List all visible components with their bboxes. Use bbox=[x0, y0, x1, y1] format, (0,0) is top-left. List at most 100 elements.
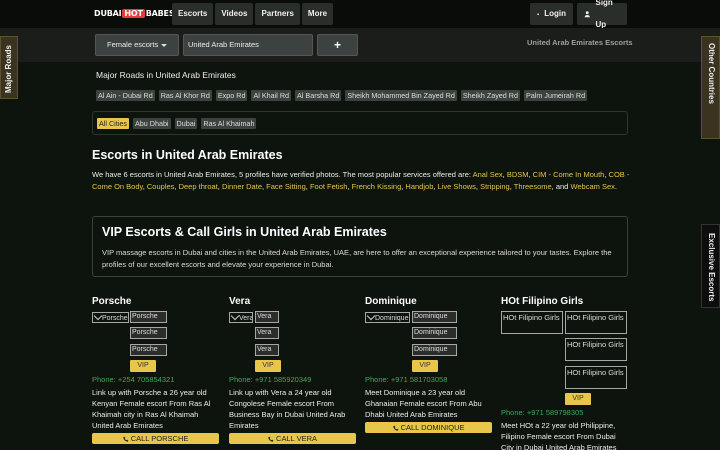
nav-videos[interactable]: Videos bbox=[215, 3, 254, 25]
nav-more[interactable]: More bbox=[301, 3, 334, 25]
photo-alt: Porsche bbox=[132, 346, 158, 353]
vip-info-box: VIP Escorts & Call Girls in United Arab … bbox=[92, 216, 628, 277]
service-link[interactable]: CIM - Come In Mouth bbox=[533, 170, 605, 179]
photo-alt: HOt Filipino Girls bbox=[567, 368, 624, 377]
service-link[interactable]: Dinner Date bbox=[222, 182, 262, 191]
escort-photo-thumb[interactable]: Dominique bbox=[412, 327, 457, 339]
escort-photo-thumb[interactable]: Vera bbox=[255, 311, 279, 323]
escort-photo-thumb[interactable]: Dominique bbox=[412, 311, 457, 323]
escort-card[interactable]: Porsche Porsche Porsche Porsche Porsche … bbox=[92, 296, 220, 444]
verified-check-icon bbox=[366, 313, 376, 321]
vip-title: VIP Escorts & Call Girls in United Arab … bbox=[102, 225, 387, 239]
service-link[interactable]: Foot Fetish bbox=[310, 182, 348, 191]
major-roads-tab[interactable]: Major Roads bbox=[0, 36, 18, 99]
call-button[interactable]: CALL VERA bbox=[229, 433, 356, 444]
service-link[interactable]: Threesome bbox=[514, 182, 552, 191]
road-tag[interactable]: Expo Rd bbox=[215, 90, 248, 101]
photo-alt: Porsche bbox=[132, 329, 158, 336]
road-tag[interactable]: Al Barsha Rd bbox=[295, 90, 342, 101]
photo-alt: Vera bbox=[257, 313, 272, 320]
service-link[interactable]: French Kissing bbox=[352, 182, 402, 191]
service-link[interactable]: Webcam Sex bbox=[570, 182, 614, 191]
service-link[interactable]: Handjob bbox=[405, 182, 433, 191]
add-filter-button[interactable]: + bbox=[317, 34, 358, 56]
escort-phone[interactable]: Phone: +971 581703058 bbox=[365, 375, 447, 384]
call-button[interactable]: CALL DOMINIQUE bbox=[365, 422, 492, 433]
other-countries-tab[interactable]: Other Countries bbox=[701, 36, 720, 139]
road-tag[interactable]: Al Ain - Dubai Rd bbox=[96, 90, 155, 101]
photo-alt: Dominique bbox=[375, 315, 409, 322]
service-link[interactable]: Deep throat bbox=[179, 182, 218, 191]
escort-name[interactable]: HOt Filipino Girls bbox=[501, 296, 629, 308]
site-logo[interactable]: DUBAI HOT BABES bbox=[94, 8, 175, 20]
category-select[interactable]: Female escorts bbox=[95, 34, 179, 56]
escort-photo[interactable]: HOt Filipino Girls bbox=[501, 311, 563, 334]
vip-text: VIP massage escorts in Dubai and cities … bbox=[102, 248, 612, 269]
login-button[interactable]: Login bbox=[530, 3, 573, 25]
logo-text-hot: HOT bbox=[122, 9, 145, 18]
breadcrumb[interactable]: United Arab Emirates Escorts bbox=[527, 38, 633, 47]
service-link[interactable]: Stripping bbox=[480, 182, 510, 191]
escort-photo-thumb[interactable]: HOt Filipino Girls bbox=[565, 338, 627, 361]
service-link[interactable]: Anal Sex bbox=[473, 170, 503, 179]
city-tag[interactable]: Ras Al Khaimah bbox=[201, 118, 257, 129]
road-tag[interactable]: Ras Al Khor Rd bbox=[158, 90, 212, 101]
vip-badge: VIP bbox=[130, 360, 156, 372]
location-input[interactable]: United Arab Emirates bbox=[183, 34, 313, 56]
exclusive-escorts-tab[interactable]: Exclusive Escorts bbox=[701, 224, 720, 308]
escort-name[interactable]: Porsche bbox=[92, 296, 220, 308]
escort-photo[interactable]: Dominique bbox=[365, 312, 410, 323]
call-button[interactable]: CALL PORSCHE bbox=[92, 433, 219, 444]
escort-phone[interactable]: Phone: +971 589798305 bbox=[501, 408, 583, 417]
escort-photo-thumb[interactable]: Vera bbox=[255, 344, 279, 356]
road-tag[interactable]: Al Khail Rd bbox=[251, 90, 292, 101]
escort-phone[interactable]: Phone: +254 705854321 bbox=[92, 375, 174, 384]
intro-paragraph: We have 6 escorts in United Arab Emirate… bbox=[92, 169, 632, 192]
escort-photo[interactable]: Vera bbox=[229, 312, 253, 323]
city-filter-box: All Cities Abu Dhabi Dubai Ras Al Khaima… bbox=[92, 111, 628, 135]
city-tag[interactable]: Dubai bbox=[174, 118, 198, 129]
signup-button[interactable]: Sign Up bbox=[577, 0, 627, 29]
other-countries-tab-label: Other Countries bbox=[707, 43, 716, 104]
top-navigation-bar: DUBAI HOT BABES Escorts Videos Partners Mo… bbox=[0, 0, 720, 29]
escort-photo-thumb[interactable]: HOt Filipino Girls bbox=[565, 366, 627, 389]
escort-name[interactable]: Vera bbox=[229, 296, 357, 308]
service-link[interactable]: BDSM bbox=[507, 170, 529, 179]
road-tag[interactable]: Sheikh Mohammed Bin Zayed Rd bbox=[345, 90, 457, 101]
road-tag[interactable]: Sheikh Zayed Rd bbox=[460, 90, 520, 101]
exclusive-escorts-tab-label: Exclusive Escorts bbox=[707, 233, 716, 302]
user-icon bbox=[584, 11, 590, 18]
service-link[interactable]: Face Sitting bbox=[266, 182, 306, 191]
escort-description: Meet HOt a 22 year old Philippine, Filip… bbox=[501, 421, 617, 450]
escort-card[interactable]: Vera Vera Vera Vera Vera VIP Phone: +971… bbox=[229, 296, 357, 444]
service-link[interactable]: Couples bbox=[147, 182, 175, 191]
logo-text-left: DUBAI bbox=[94, 9, 122, 18]
escort-photo[interactable]: Porsche bbox=[92, 312, 129, 323]
city-tag-all[interactable]: All Cities bbox=[97, 118, 129, 129]
photo-alt: Dominique bbox=[414, 313, 448, 320]
escort-photo-thumb[interactable]: Dominique bbox=[412, 344, 457, 356]
vip-badge: VIP bbox=[412, 360, 438, 372]
escort-photo-thumb[interactable]: HOt Filipino Girls bbox=[565, 311, 627, 334]
escort-card[interactable]: Dominique Dominique Dominique Dominique … bbox=[365, 296, 493, 433]
escort-description: Link up with Vera a 24 year old Congoles… bbox=[229, 388, 346, 430]
intro-lead: We have 6 escorts in United Arab Emirate… bbox=[92, 170, 473, 179]
escort-photo-thumb[interactable]: Porsche bbox=[130, 344, 167, 356]
login-label: Login bbox=[544, 9, 566, 18]
vip-badge: VIP bbox=[255, 360, 281, 372]
roads-section-title: Major Roads in United Arab Emirates bbox=[96, 70, 236, 80]
nav-escorts[interactable]: Escorts bbox=[172, 3, 214, 25]
escort-photo-thumb[interactable]: Vera bbox=[255, 327, 279, 339]
escort-name[interactable]: Dominique bbox=[365, 296, 493, 308]
phone-icon bbox=[268, 436, 274, 442]
escort-phone[interactable]: Phone: +971 585920349 bbox=[229, 375, 311, 384]
service-link[interactable]: Live Shows bbox=[438, 182, 476, 191]
escort-photo-thumb[interactable]: Porsche bbox=[130, 327, 167, 339]
road-tags-list: Al Ain - Dubai Rd Ras Al Khor Rd Expo Rd… bbox=[96, 90, 588, 101]
escort-card[interactable]: HOt Filipino Girls HOt Filipino Girls HO… bbox=[501, 296, 629, 450]
escort-photo-thumb[interactable]: Porsche bbox=[130, 311, 167, 323]
city-tag[interactable]: Abu Dhabi bbox=[132, 118, 171, 129]
nav-partners[interactable]: Partners bbox=[255, 3, 300, 25]
call-button-label: CALL DOMINIQUE bbox=[400, 423, 465, 432]
road-tag[interactable]: Palm Jumeirah Rd bbox=[523, 90, 588, 101]
